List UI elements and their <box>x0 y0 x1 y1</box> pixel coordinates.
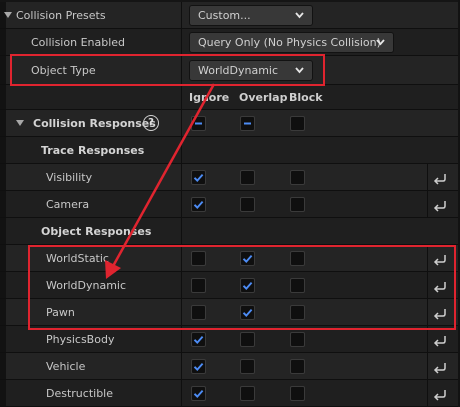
checkmark-icon <box>242 281 253 290</box>
block-checkbox[interactable] <box>290 386 305 401</box>
collision-presets-value: Custom... <box>198 9 251 22</box>
ignore-column-header: Ignore <box>189 91 230 104</box>
reset-to-default-icon[interactable] <box>432 386 447 401</box>
ignore-checkbox[interactable] <box>191 386 206 401</box>
checkmark-icon <box>242 308 253 317</box>
response-item-label: WorldDynamic <box>46 279 127 292</box>
checkmark-icon <box>193 200 204 209</box>
collision-responses-label: Collision Responses <box>33 117 156 130</box>
block-checkbox[interactable] <box>290 278 305 293</box>
block-all-checkbox[interactable] <box>290 116 305 131</box>
collision-enabled-label: Collision Enabled <box>31 36 126 49</box>
collapse-arrow-icon[interactable] <box>4 11 12 19</box>
chevron-down-icon <box>376 39 385 46</box>
block-checkbox[interactable] <box>290 359 305 374</box>
response-column-headers: Ignore Overlap Block <box>0 85 458 110</box>
trace-responses-row: Trace Responses <box>0 137 458 164</box>
response-item-label: PhysicsBody <box>46 333 115 346</box>
help-icon[interactable]: ? <box>143 115 159 131</box>
object-type-dropdown[interactable]: WorldDynamic <box>189 60 313 81</box>
overlap-checkbox[interactable] <box>240 170 255 185</box>
block-checkbox[interactable] <box>290 251 305 266</box>
reset-to-default-icon[interactable] <box>432 305 447 320</box>
chevron-down-icon <box>295 12 304 19</box>
ignore-all-checkbox[interactable] <box>191 116 206 131</box>
response-item-label: Camera <box>46 198 90 211</box>
overlap-checkbox[interactable] <box>240 278 255 293</box>
overlap-checkbox[interactable] <box>240 359 255 374</box>
overlap-column-header: Overlap <box>239 91 288 104</box>
object-type-value: WorldDynamic <box>198 64 279 77</box>
collision-presets-label: Collision Presets <box>16 9 106 22</box>
trace_responses-item-row: Visibility <box>0 164 458 191</box>
block-column-header: Block <box>289 91 323 104</box>
object-responses-row: Object Responses <box>0 218 458 245</box>
object_responses-item-row: Vehicle <box>0 353 458 380</box>
collision-presets-row: Collision Presets Custom... <box>0 2 458 29</box>
response-item-label: WorldStatic <box>46 252 109 265</box>
ignore-checkbox[interactable] <box>191 251 206 266</box>
collapse-arrow-icon[interactable] <box>16 119 24 127</box>
reset-to-default-icon[interactable] <box>432 332 447 347</box>
object-responses-label: Object Responses <box>41 225 152 238</box>
response-item-label: Destructible <box>46 387 113 400</box>
collision-enabled-dropdown[interactable]: Query Only (No Physics Collision) <box>189 32 394 53</box>
ignore-checkbox[interactable] <box>191 359 206 374</box>
reset-to-default-icon[interactable] <box>432 197 447 212</box>
block-checkbox[interactable] <box>290 197 305 212</box>
overlap-checkbox[interactable] <box>240 386 255 401</box>
object_responses-item-row: Destructible <box>0 380 458 407</box>
ignore-checkbox[interactable] <box>191 278 206 293</box>
trace-responses-label: Trace Responses <box>41 144 145 157</box>
overlap-all-checkbox[interactable] <box>240 116 255 131</box>
chevron-down-icon <box>295 67 304 74</box>
ignore-checkbox[interactable] <box>191 332 206 347</box>
trace_responses-item-row: Camera <box>0 191 458 218</box>
checkmark-icon <box>193 389 204 398</box>
block-checkbox[interactable] <box>290 332 305 347</box>
ignore-checkbox[interactable] <box>191 170 206 185</box>
reset-to-default-icon[interactable] <box>432 170 447 185</box>
ignore-checkbox[interactable] <box>191 305 206 320</box>
block-checkbox[interactable] <box>290 305 305 320</box>
object_responses-item-row: PhysicsBody <box>0 326 458 353</box>
overlap-checkbox[interactable] <box>240 332 255 347</box>
object-type-row: Object Type WorldDynamic <box>0 56 458 85</box>
object-type-label: Object Type <box>31 64 96 77</box>
checkmark-icon <box>193 173 204 182</box>
object_responses-item-row: Pawn <box>0 299 458 326</box>
collision-responses-row: Collision Responses ? <box>0 110 458 137</box>
checkmark-icon <box>193 335 204 344</box>
checkmark-icon <box>242 254 253 263</box>
collision-enabled-value: Query Only (No Physics Collision) <box>198 36 381 49</box>
overlap-checkbox[interactable] <box>240 305 255 320</box>
block-checkbox[interactable] <box>290 170 305 185</box>
collision-presets-dropdown[interactable]: Custom... <box>189 5 313 26</box>
collision-enabled-row: Collision Enabled Query Only (No Physics… <box>0 29 458 56</box>
overlap-checkbox[interactable] <box>240 197 255 212</box>
object_responses-item-row: WorldDynamic <box>0 272 458 299</box>
object_responses-item-row: WorldStatic <box>0 245 458 272</box>
checkmark-icon <box>193 362 204 371</box>
response-item-label: Pawn <box>46 306 75 319</box>
reset-to-default-icon[interactable] <box>432 278 447 293</box>
reset-to-default-icon[interactable] <box>432 359 447 374</box>
overlap-checkbox[interactable] <box>240 251 255 266</box>
response-item-label: Vehicle <box>46 360 86 373</box>
response-item-label: Visibility <box>46 171 93 184</box>
reset-to-default-icon[interactable] <box>432 251 447 266</box>
ignore-checkbox[interactable] <box>191 197 206 212</box>
